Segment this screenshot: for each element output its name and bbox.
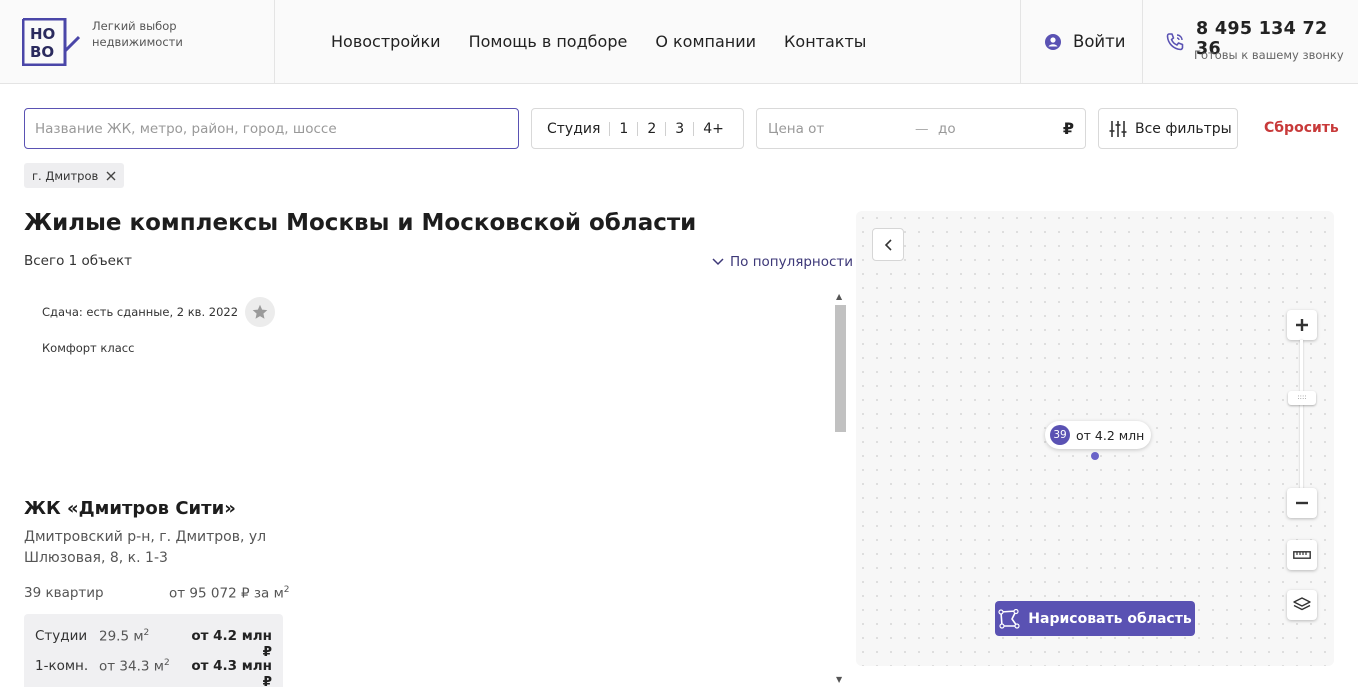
rooms-filter: Студия 1 2 3 4+: [531, 108, 744, 149]
marker-count: 39: [1050, 425, 1070, 445]
price-from-input[interactable]: Цена от: [768, 121, 824, 137]
logo-tagline: Легкий выбор недвижимости: [92, 19, 183, 49]
star-icon: [252, 304, 268, 319]
flat-type: Студии: [35, 628, 88, 644]
search-input[interactable]: [24, 108, 519, 149]
divider: [693, 121, 695, 136]
close-icon[interactable]: [106, 171, 116, 181]
sort-label: По популярности: [730, 254, 854, 270]
price-filter: Цена от — до ₽: [756, 108, 1086, 149]
flats-count: 39 квартир: [24, 585, 104, 601]
ruler-button[interactable]: [1287, 540, 1317, 570]
price-per-m2-value: от 95 072 ₽ за м: [169, 585, 284, 602]
login-button[interactable]: Войти: [1020, 0, 1143, 83]
reset-button[interactable]: Сбросить: [1264, 120, 1339, 136]
price-per-m2: от 95 072 ₽ за м2: [169, 585, 289, 602]
login-label: Войти: [1073, 32, 1126, 51]
price-row[interactable]: Студии 29.5 м2 от 4.2 млн ₽: [35, 628, 272, 660]
results-count: Всего 1 объект: [24, 253, 132, 269]
layers-button[interactable]: [1287, 590, 1317, 620]
room-option-1[interactable]: 1: [619, 121, 628, 137]
zoom-slider-track[interactable]: [1300, 340, 1303, 490]
card-delivery: Сдача: есть сданные, 2 кв. 2022: [42, 305, 239, 319]
superscript: 2: [163, 658, 170, 668]
sort-dropdown[interactable]: По популярности: [712, 254, 853, 270]
flat-price: от 4.2 млн ₽: [191, 628, 272, 660]
map-marker[interactable]: 39 от 4.2 млн: [1045, 421, 1152, 449]
scroll-down-arrow-icon[interactable]: ▼: [836, 675, 842, 684]
zoom-out-button[interactable]: [1287, 488, 1317, 518]
divider: [665, 121, 667, 136]
nav-item-novostroyki[interactable]: Новостройки: [331, 32, 441, 51]
header: НО ВО Легкий выбор недвижимости Новостро…: [0, 0, 1358, 84]
draw-area-button[interactable]: Нарисовать область: [995, 601, 1195, 636]
price-row[interactable]: 1-комн. от 34.3 м2 от 4.3 млн ₽: [35, 658, 272, 687]
all-filters-button[interactable]: Все фильтры: [1098, 108, 1238, 149]
superscript: 2: [143, 628, 150, 638]
room-option-studio[interactable]: Студия: [547, 121, 600, 137]
flat-price: от 4.3 млн ₽: [191, 658, 272, 687]
collapse-map-button[interactable]: [872, 228, 904, 261]
chip-label: г. Дмитров: [32, 168, 99, 183]
flat-area: от 34.3 м2: [99, 658, 191, 687]
layers-icon: [1293, 597, 1311, 611]
flat-area-value: 29.5 м: [99, 628, 144, 645]
polygon-icon: [998, 608, 1020, 629]
complex-address: Дмитровский р-н, г. Дмитров, ул Шлюзовая…: [24, 529, 267, 566]
scrollbar-thumb[interactable]: [835, 305, 846, 432]
minus-icon: [1296, 501, 1308, 505]
flat-area-value: от 34.3 м: [99, 658, 164, 675]
scroll-up-arrow-icon[interactable]: ▲: [836, 292, 842, 301]
divider: [637, 121, 639, 136]
ruler-icon: [1293, 551, 1311, 559]
flat-area: 29.5 м2: [99, 628, 191, 660]
logo-text-2: ВО: [30, 43, 54, 61]
price-table: Студии 29.5 м2 от 4.2 млн ₽ 1-комн. от 3…: [24, 614, 283, 687]
nav-item-help[interactable]: Помощь в подборе: [469, 32, 628, 51]
superscript: 2: [283, 585, 290, 595]
currency-icon: ₽: [1062, 119, 1074, 138]
zoom-in-button[interactable]: [1287, 310, 1317, 340]
complex-name[interactable]: ЖК «Дмитров Сити»: [24, 498, 236, 519]
sliders-icon: [1109, 120, 1127, 137]
logo[interactable]: НО ВО: [22, 18, 80, 66]
phone-block[interactable]: 8 495 134 72 36 Готовы к вашему звонку: [1143, 0, 1358, 83]
logo-text-1: НО: [30, 25, 55, 43]
page-title: Жилые комплексы Москвы и Московской обла…: [24, 210, 697, 236]
room-option-3[interactable]: 3: [675, 121, 684, 137]
nav-item-contacts[interactable]: Контакты: [784, 32, 866, 51]
card-class: Комфорт класс: [42, 341, 135, 355]
map-point[interactable]: [1091, 452, 1099, 460]
main-nav: Новостройки Помощь в подборе О компании …: [331, 32, 866, 51]
nav-item-about[interactable]: О компании: [655, 32, 756, 51]
user-icon: [1045, 33, 1061, 50]
room-option-4plus[interactable]: 4+: [703, 121, 724, 137]
favorite-button[interactable]: [245, 297, 275, 327]
room-option-2[interactable]: 2: [647, 121, 656, 137]
chevron-down-icon: [712, 258, 724, 266]
price-dash: —: [915, 121, 929, 137]
phone-icon: [1166, 33, 1184, 51]
phone-caption: Готовы к вашему звонку: [1194, 48, 1344, 62]
divider: [609, 121, 611, 136]
all-filters-label: Все фильтры: [1135, 120, 1232, 137]
active-filter-chip: г. Дмитров: [24, 163, 125, 188]
price-to-input[interactable]: до: [938, 121, 956, 137]
zoom-slider-handle[interactable]: ::::: [1288, 391, 1316, 405]
flat-type: 1-комн.: [35, 658, 89, 674]
logo-block[interactable]: НО ВО Легкий выбор недвижимости: [0, 0, 275, 83]
plus-icon: [1296, 319, 1308, 331]
draw-area-label: Нарисовать область: [1028, 610, 1192, 627]
marker-price: от 4.2 млн: [1076, 427, 1145, 443]
chevron-left-icon: [884, 238, 892, 251]
